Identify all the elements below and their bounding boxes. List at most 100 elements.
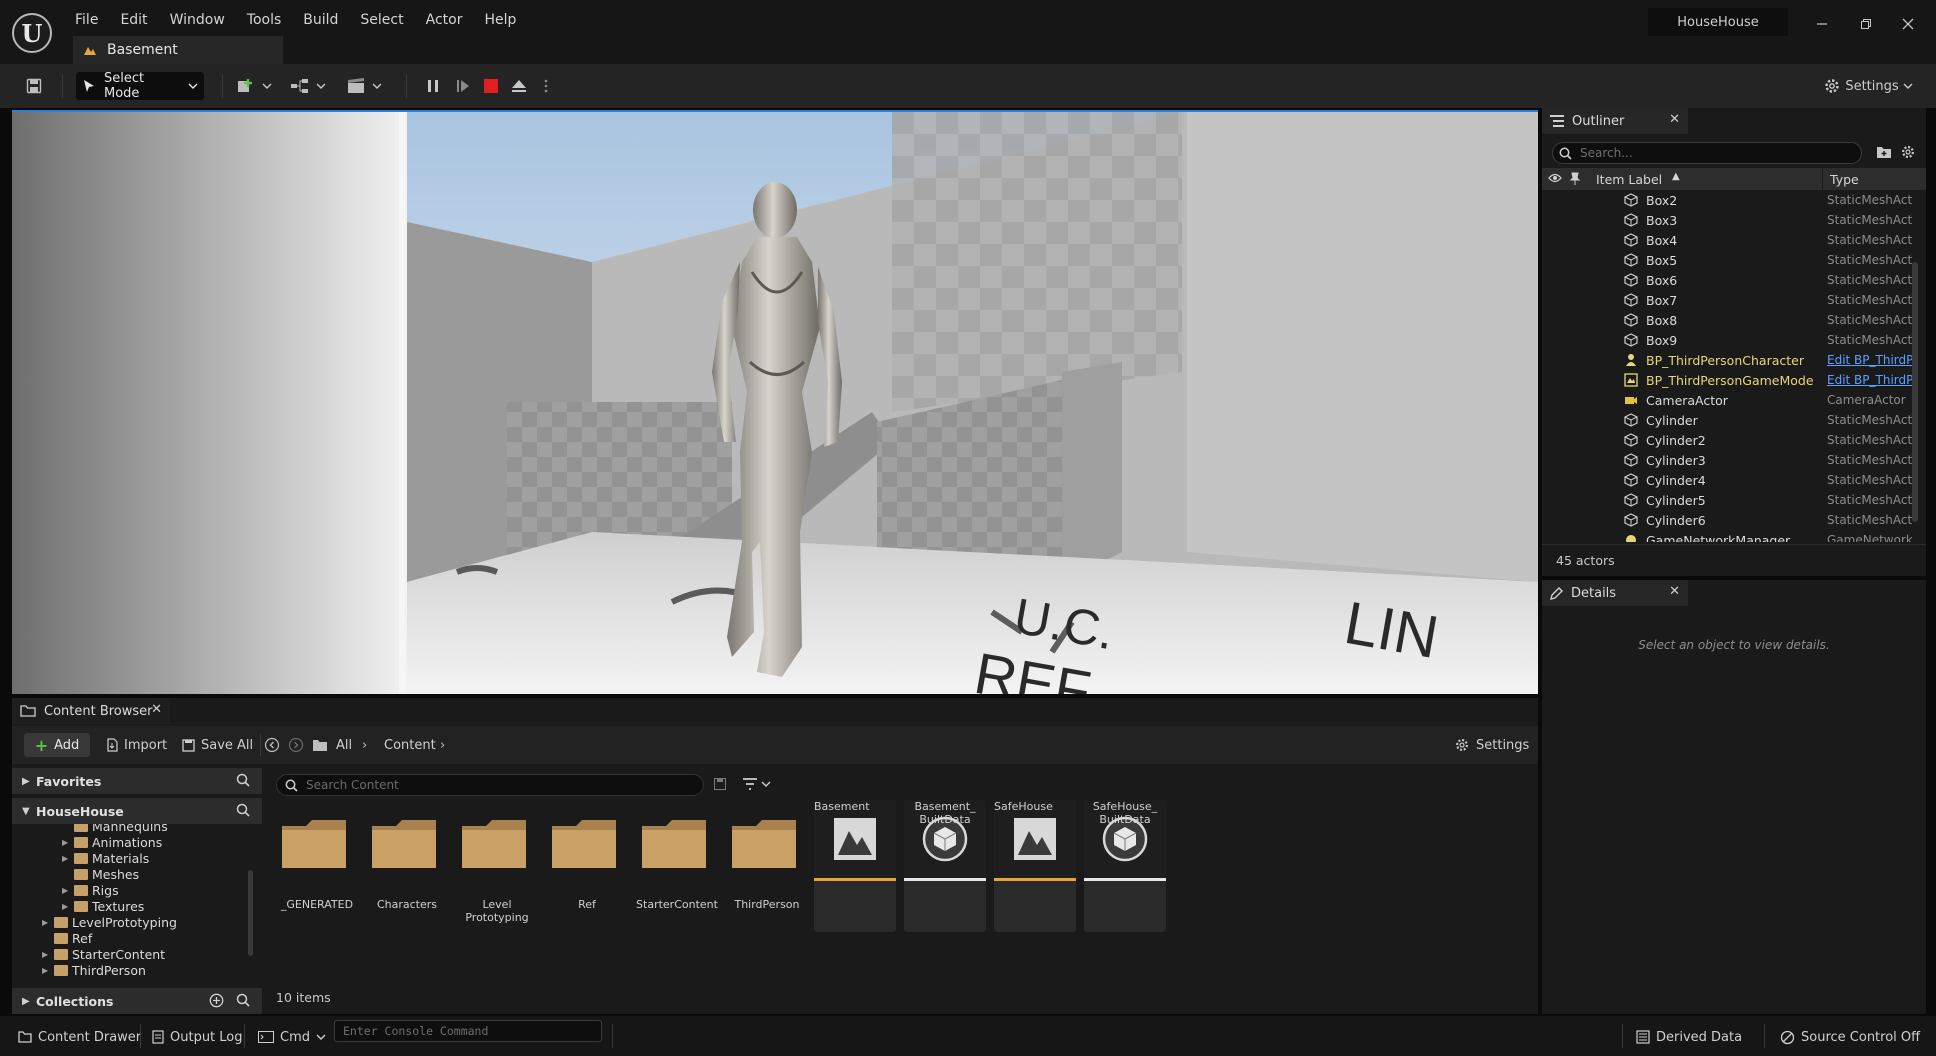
outliner-row[interactable]: Box5 StaticMeshActor xyxy=(1542,250,1912,270)
outliner-row[interactable]: BP_ThirdPersonCharacter Edit BP_ThirdPers… xyxy=(1542,350,1912,370)
save-search-icon[interactable] xyxy=(714,778,726,790)
menu-select[interactable]: Select xyxy=(349,12,414,28)
tree-folder[interactable]: ▶ ThirdPerson xyxy=(42,962,146,978)
search-icon[interactable] xyxy=(236,993,250,1007)
search-icon[interactable] xyxy=(236,773,250,787)
expand-arrow-icon[interactable]: ▶ xyxy=(62,854,70,863)
tree-folder[interactable]: ▶ Materials xyxy=(62,850,149,866)
chevron-right-icon[interactable]: › xyxy=(362,733,367,757)
content-browser-tab[interactable]: Content Browser ✕ xyxy=(12,698,170,724)
console-input[interactable]: Enter Console Command xyxy=(334,1020,602,1042)
outliner-row[interactable]: Box3 StaticMeshActor xyxy=(1542,210,1912,230)
minimize-button[interactable] xyxy=(1800,6,1844,42)
outliner-row[interactable]: CameraActor CameraActor xyxy=(1542,390,1912,410)
tree-scrollbar[interactable] xyxy=(248,870,253,956)
select-mode-dropdown[interactable]: Select Mode xyxy=(76,71,204,101)
expand-arrow-icon[interactable]: ▶ xyxy=(62,838,70,847)
level-tab[interactable]: Basement xyxy=(73,36,283,64)
favorites-header[interactable]: ▶ Favorites xyxy=(12,768,262,794)
expand-arrow-icon[interactable]: ▶ xyxy=(42,966,50,975)
source-control-button[interactable]: Source Control Off xyxy=(1780,1026,1920,1048)
close-icon[interactable]: ✕ xyxy=(151,702,162,717)
close-icon[interactable]: ✕ xyxy=(1669,112,1680,127)
restore-button[interactable] xyxy=(1844,6,1888,42)
content-search-input[interactable]: Search Content xyxy=(276,774,704,796)
tree-folder[interactable]: Mannequins xyxy=(62,824,168,834)
project-header[interactable]: ▼ HouseHouse xyxy=(12,798,262,824)
content-settings-button[interactable]: Settings xyxy=(1454,733,1529,757)
frame-skip-button[interactable] xyxy=(450,72,476,100)
outliner-row[interactable]: Box6 StaticMeshActor xyxy=(1542,270,1912,290)
outliner-search-input[interactable]: Search... xyxy=(1552,142,1862,164)
history-forward-icon[interactable] xyxy=(288,733,304,757)
chevron-right-icon[interactable]: › xyxy=(440,733,445,757)
tree-folder[interactable]: Ref xyxy=(42,930,92,946)
outliner-row[interactable]: Box2 StaticMeshActor xyxy=(1542,190,1912,210)
outliner-scrollbar[interactable] xyxy=(1912,262,1918,522)
eject-button[interactable] xyxy=(506,72,532,100)
menu-tools[interactable]: Tools xyxy=(236,12,293,28)
menu-actor[interactable]: Actor xyxy=(415,12,474,28)
folder-icon[interactable] xyxy=(312,733,328,757)
outliner-row[interactable]: BP_ThirdPersonGameMode Edit BP_ThirdPerso… xyxy=(1542,370,1912,390)
add-actor-button[interactable] xyxy=(234,72,274,100)
edit-blueprint-link[interactable]: Edit BP_ThirdPersonCharacter xyxy=(1827,353,1912,367)
pause-button[interactable] xyxy=(420,72,446,100)
menu-edit[interactable]: Edit xyxy=(109,12,158,28)
history-back-icon[interactable] xyxy=(264,733,280,757)
level-viewport[interactable]: LIN REF U.C. xyxy=(12,110,1538,694)
column-item-label[interactable]: Item Label xyxy=(1596,172,1662,187)
expand-arrow-icon[interactable]: ▶ xyxy=(62,902,70,911)
add-collection-icon[interactable] xyxy=(209,993,224,1008)
search-icon[interactable] xyxy=(236,803,250,817)
outliner-row[interactable]: Cylinder6 StaticMeshActor xyxy=(1542,510,1912,530)
outliner-row[interactable]: Cylinder3 StaticMeshActor xyxy=(1542,450,1912,470)
outliner-tab[interactable]: Outliner ✕ xyxy=(1542,108,1688,134)
output-log-button[interactable]: Output Log xyxy=(152,1026,243,1048)
outliner-row[interactable]: Cylinder5 StaticMeshActor xyxy=(1542,490,1912,510)
tree-folder[interactable]: ▶ StarterContent xyxy=(42,946,165,962)
save-icon[interactable] xyxy=(20,72,48,100)
visibility-eye-icon[interactable] xyxy=(1548,173,1562,183)
expand-arrow-icon[interactable]: ▶ xyxy=(42,918,50,927)
save-all-button[interactable]: Save All xyxy=(182,733,253,757)
pin-icon[interactable] xyxy=(1570,172,1580,186)
outliner-row[interactable]: Cylinder2 StaticMeshActor xyxy=(1542,430,1912,450)
details-tab[interactable]: Details ✕ xyxy=(1542,580,1688,606)
more-options-icon[interactable] xyxy=(538,72,554,100)
tree-folder[interactable]: ▶ LevelPrototyping xyxy=(42,914,177,930)
content-drawer-button[interactable]: Content Drawer xyxy=(18,1026,141,1048)
outliner-row[interactable]: Cylinder4 StaticMeshActor xyxy=(1542,470,1912,490)
unreal-logo-icon[interactable]: U xyxy=(12,13,52,53)
menu-file[interactable]: File xyxy=(64,12,109,28)
blueprint-button[interactable] xyxy=(288,72,328,100)
expand-arrow-icon[interactable]: ▶ xyxy=(62,886,70,895)
collections-header[interactable]: ▶ Collections xyxy=(12,988,262,1014)
filter-icon[interactable] xyxy=(742,777,772,791)
column-type[interactable]: Type xyxy=(1830,172,1859,187)
add-button[interactable]: + Add xyxy=(24,733,90,757)
menu-build[interactable]: Build xyxy=(292,12,349,28)
tree-folder[interactable]: ▶ Rigs xyxy=(62,882,119,898)
settings-button[interactable]: Settings xyxy=(1820,72,1916,100)
menu-help[interactable]: Help xyxy=(473,12,527,28)
import-button[interactable]: Import xyxy=(106,733,167,757)
cmd-dropdown[interactable]: Cmd xyxy=(258,1026,326,1048)
outliner-row[interactable]: Box8 StaticMeshActor xyxy=(1542,310,1912,330)
close-icon[interactable]: ✕ xyxy=(1669,584,1680,599)
outliner-row[interactable]: Box9 StaticMeshActor xyxy=(1542,330,1912,350)
breadcrumb-all[interactable]: All xyxy=(336,733,352,757)
outliner-settings-gear-icon[interactable] xyxy=(1900,144,1916,160)
cinematics-button[interactable] xyxy=(344,72,384,100)
breadcrumb-content[interactable]: Content xyxy=(384,733,436,757)
tree-folder[interactable]: ▶ Textures xyxy=(62,898,144,914)
menu-window[interactable]: Window xyxy=(159,12,236,28)
outliner-row[interactable]: Box7 StaticMeshActor xyxy=(1542,290,1912,310)
outliner-row[interactable]: Box4 StaticMeshActor xyxy=(1542,230,1912,250)
edit-blueprint-link[interactable]: Edit BP_ThirdPersonGameMode xyxy=(1827,373,1912,387)
add-folder-icon[interactable] xyxy=(1876,145,1892,159)
stop-button[interactable] xyxy=(478,72,504,100)
derived-data-button[interactable]: Derived Data xyxy=(1636,1026,1742,1048)
tree-folder[interactable]: Meshes xyxy=(62,866,139,882)
outliner-row[interactable]: Cylinder StaticMeshActor xyxy=(1542,410,1912,430)
